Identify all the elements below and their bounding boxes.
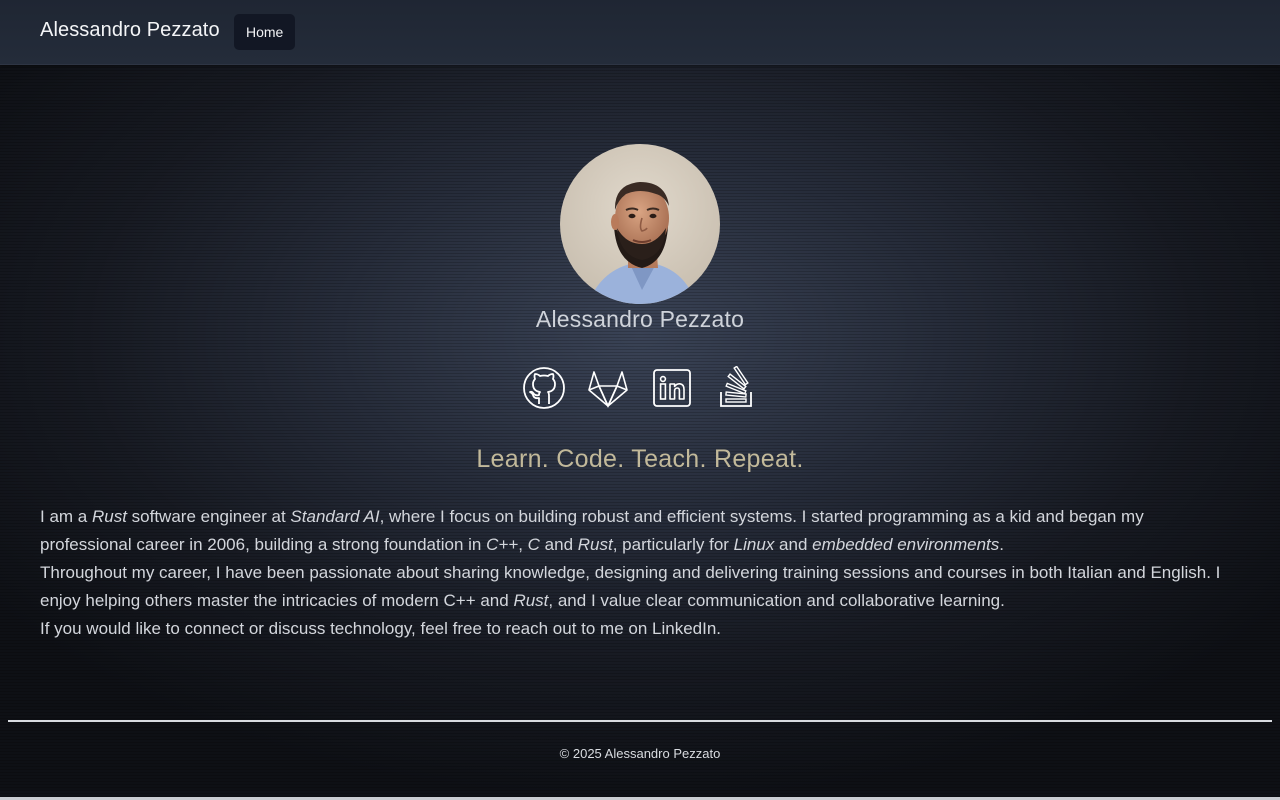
bio-emphasis: Rust — [577, 535, 613, 554]
brand-title[interactable]: Alessandro Pezzato — [40, 19, 220, 42]
bio-paragraph-2: Throughout my career, I have been passio… — [40, 559, 1240, 615]
profile-name: Alessandro Pezzato — [535, 306, 745, 332]
bio-emphasis: C++ — [486, 535, 519, 554]
bio-emphasis: Rust — [513, 591, 549, 610]
linkedin-link[interactable] — [650, 366, 694, 410]
bio-emphasis: embedded environments — [812, 535, 1000, 554]
bio-section: I am a Rust software engineer at Standar… — [40, 503, 1240, 643]
gitlab-link[interactable] — [586, 366, 630, 410]
bio-text: , particularly for — [612, 535, 734, 554]
bio-text: . — [999, 535, 1004, 554]
linkedin-icon — [653, 369, 691, 407]
footer-divider — [8, 720, 1272, 722]
bio-text: and — [539, 535, 578, 554]
top-navbar: Alessandro Pezzato Home — [0, 0, 1280, 65]
social-links — [0, 366, 1280, 410]
github-icon — [523, 367, 565, 409]
avatar-photo — [560, 144, 720, 304]
bio-paragraph-1: I am a Rust software engineer at Standar… — [40, 503, 1240, 559]
bio-paragraph-3: If you would like to connect or discuss … — [40, 619, 722, 638]
bio-emphasis: Linux — [733, 535, 775, 554]
bio-emphasis: C — [527, 535, 540, 554]
avatar — [560, 144, 720, 304]
stackoverflow-icon — [720, 366, 752, 407]
tagline: Learn. Code. Teach. Repeat. — [476, 445, 804, 473]
gitlab-icon — [588, 371, 628, 408]
stackoverflow-link[interactable] — [714, 366, 758, 410]
bio-text: I am a — [40, 507, 92, 526]
nav-home-button[interactable]: Home — [234, 14, 296, 50]
bio-text: , — [518, 535, 528, 554]
github-link[interactable] — [522, 366, 566, 410]
bio-emphasis: Standard AI — [290, 507, 380, 526]
bio-text: , and I value clear communication and co… — [548, 591, 1005, 610]
bio-text: and — [774, 535, 813, 554]
profile-section: Alessandro Pezzato — [0, 144, 1280, 333]
bio-text: software engineer at — [126, 507, 291, 526]
footer-copyright: © 2025 Alessandro Pezzato — [559, 746, 721, 761]
bio-emphasis: Rust — [91, 507, 127, 526]
